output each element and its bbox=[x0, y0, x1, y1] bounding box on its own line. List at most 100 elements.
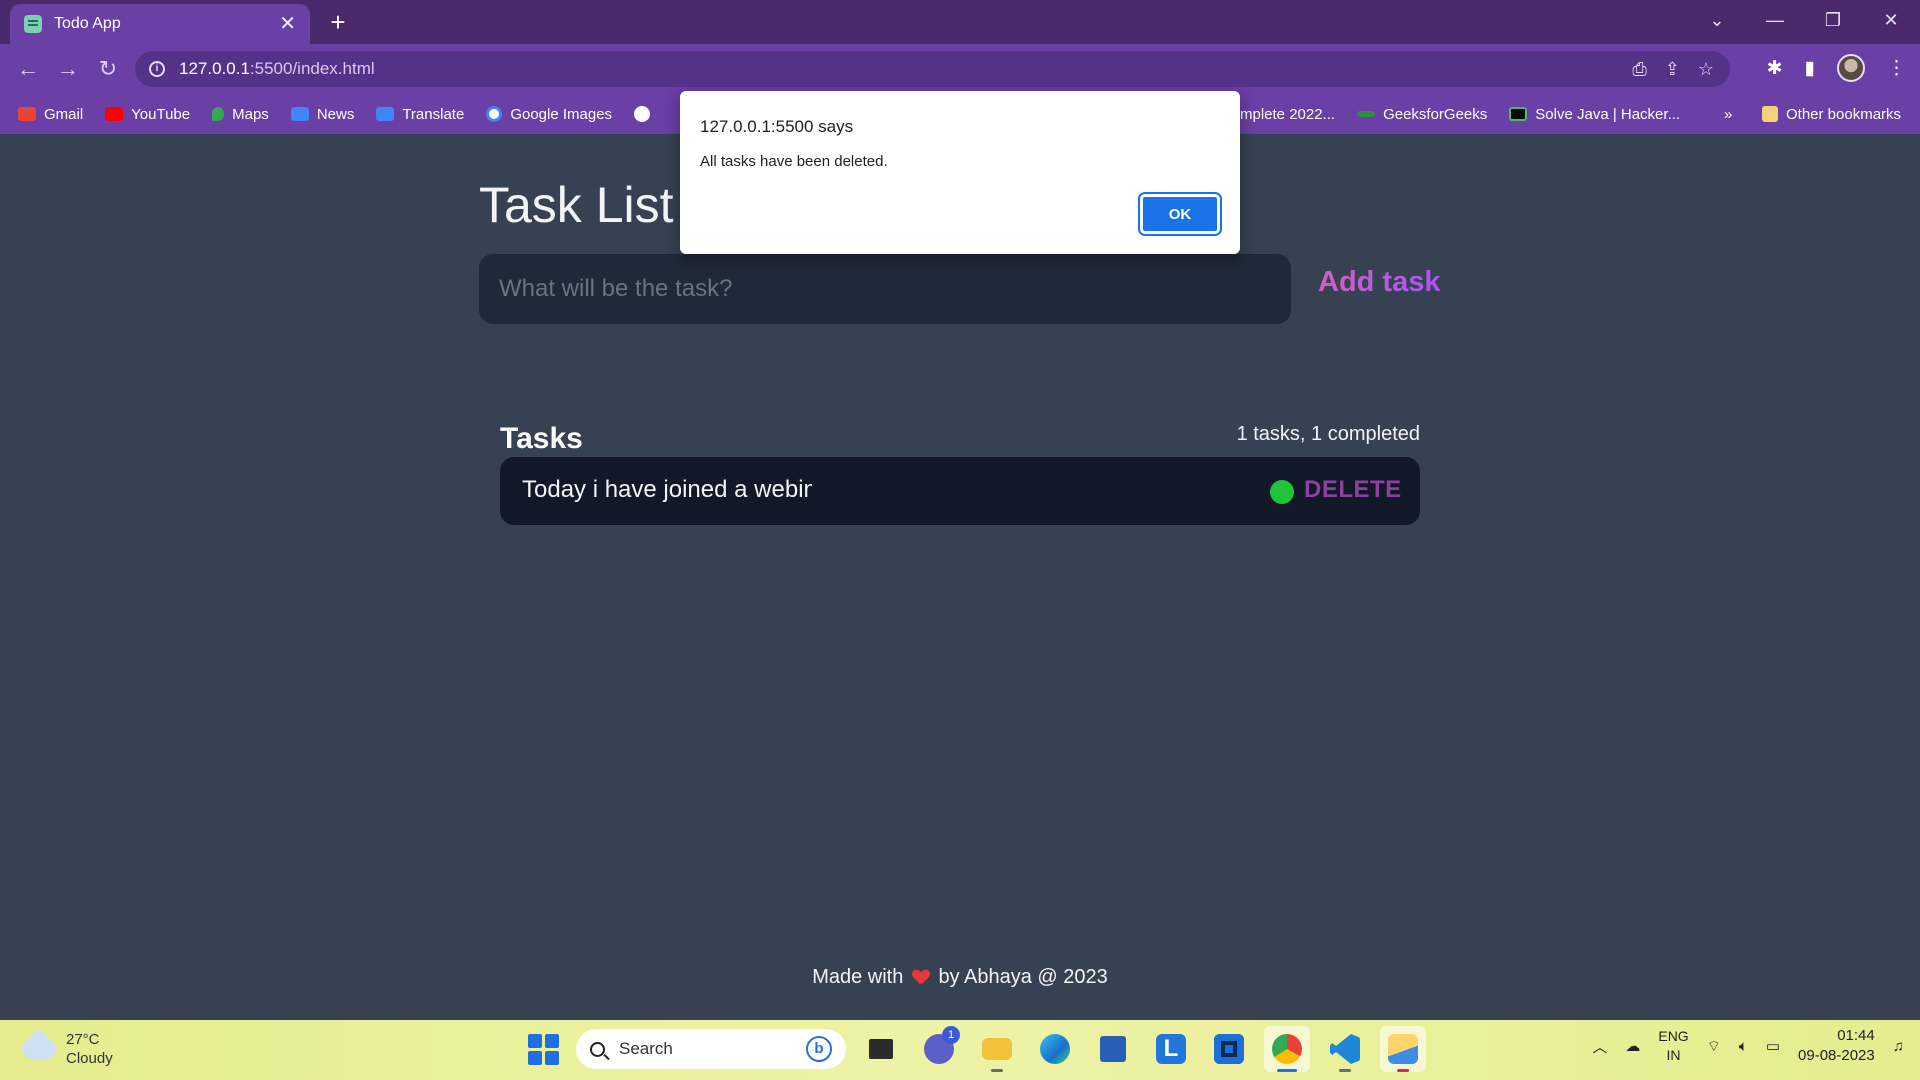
running-indicator bbox=[1397, 1069, 1409, 1072]
bookmark-globe[interactable] bbox=[634, 106, 658, 122]
bookmark-hackerrank[interactable]: Solve Java | Hacker... bbox=[1509, 106, 1680, 123]
bookmark-gmail[interactable]: Gmail bbox=[18, 106, 83, 123]
region-code: IN bbox=[1666, 1047, 1681, 1063]
battery-icon[interactable]: ▭ bbox=[1766, 1037, 1780, 1055]
bookmarks-right-group: mplete 2022... GeeksforGeeks Solve Java … bbox=[1240, 94, 1702, 134]
other-bookmarks-label: Other bookmarks bbox=[1786, 105, 1902, 123]
clock[interactable]: 01:44 09-08-2023 bbox=[1798, 1026, 1875, 1066]
close-window-button[interactable]: ✕ bbox=[1862, 0, 1920, 40]
weather-widget[interactable]: 27°C Cloudy bbox=[22, 1030, 113, 1068]
onedrive-cloud-icon[interactable]: ☁ bbox=[1625, 1037, 1640, 1055]
side-panel-icon[interactable]: ▮ bbox=[1805, 57, 1815, 80]
windows-start-icon[interactable] bbox=[524, 1029, 564, 1069]
tab-title: Todo App bbox=[54, 15, 121, 32]
footer: Made with by Abhaya @ 2023 bbox=[0, 966, 1920, 989]
bookmark-star-icon[interactable]: ☆ bbox=[1698, 59, 1714, 80]
running-indicator bbox=[1339, 1069, 1351, 1072]
task-text[interactable]: Today i have joined a webin bbox=[522, 476, 812, 504]
bookmark-label: Google Images bbox=[510, 105, 613, 123]
browser-tabbar: Todo App ✕ + ⌄ — ❐ ✕ bbox=[0, 0, 1920, 44]
wifi-icon[interactable]: ⌔ bbox=[1707, 1037, 1721, 1056]
paint-app-icon[interactable] bbox=[1380, 1026, 1426, 1072]
bookmark-translate[interactable]: Translate bbox=[376, 106, 464, 123]
bookmarks-overflow[interactable]: » bbox=[1724, 94, 1732, 134]
bookmark-news[interactable]: News bbox=[290, 105, 355, 123]
edge-icon[interactable] bbox=[1032, 1026, 1078, 1072]
cortana-icon[interactable] bbox=[1206, 1026, 1252, 1072]
cloud-icon bbox=[22, 1031, 56, 1059]
toolbar-right: ✱ ▮ ⋮ bbox=[1767, 54, 1906, 82]
paint-glyph bbox=[1388, 1034, 1418, 1064]
microsoft-store-icon[interactable] bbox=[1090, 1026, 1136, 1072]
extensions-icon[interactable]: ✱ bbox=[1767, 57, 1783, 80]
teams-chat-icon[interactable]: 1 bbox=[916, 1026, 962, 1072]
bookmark-google-images[interactable]: Google Images bbox=[486, 106, 612, 123]
profile-avatar-icon[interactable] bbox=[1837, 54, 1865, 82]
chrome-icon[interactable] bbox=[1264, 1026, 1310, 1072]
weather-condition: Cloudy bbox=[66, 1050, 113, 1067]
footer-prefix: Made with bbox=[812, 966, 904, 988]
browser-toolbar: ← → ↻ i 127.0.0.1 :5500/index.html ⎙ ⇪ ☆… bbox=[0, 44, 1920, 94]
time: 01:44 bbox=[1837, 1027, 1875, 1044]
folder-glyph bbox=[982, 1038, 1012, 1060]
tray-overflow-chevron-icon[interactable]: ︿ bbox=[1592, 1036, 1607, 1057]
task-input[interactable] bbox=[479, 254, 1291, 324]
bookmark-geeksforgeeks[interactable]: GeeksforGeeks bbox=[1357, 106, 1487, 123]
delete-task-button[interactable]: DELETE bbox=[1304, 476, 1402, 504]
menu-kebab-icon[interactable]: ⋮ bbox=[1887, 57, 1906, 80]
search-icon bbox=[590, 1041, 605, 1057]
forward-icon[interactable]: → bbox=[54, 55, 82, 83]
page-title: Task List bbox=[479, 177, 674, 233]
tab-close-icon[interactable]: ✕ bbox=[279, 14, 296, 34]
task-view-glyph bbox=[869, 1039, 893, 1059]
geeksforgeeks-icon bbox=[1357, 111, 1376, 117]
active-indicator bbox=[1277, 1069, 1297, 1072]
date: 09-08-2023 bbox=[1798, 1047, 1875, 1064]
l-app-icon[interactable]: L bbox=[1148, 1026, 1194, 1072]
vscode-icon[interactable] bbox=[1322, 1026, 1368, 1072]
tab-todo-app[interactable]: Todo App ✕ bbox=[10, 4, 310, 44]
reload-icon[interactable]: ↻ bbox=[94, 55, 122, 83]
file-explorer-icon[interactable] bbox=[974, 1026, 1020, 1072]
temperature: 27°C bbox=[66, 1031, 100, 1048]
google-icon bbox=[486, 106, 503, 122]
l-app-glyph: L bbox=[1156, 1034, 1186, 1064]
bookmark-maps[interactable]: Maps bbox=[212, 106, 269, 123]
bookmark-label: News bbox=[316, 105, 355, 123]
language-indicator[interactable]: ENG IN bbox=[1658, 1027, 1688, 1065]
hackerrank-icon bbox=[1509, 107, 1528, 121]
window-controls: ⌄ — ❐ ✕ bbox=[1688, 0, 1920, 40]
bookmark-youtube[interactable]: YouTube bbox=[105, 106, 190, 123]
url-path: :5500/index.html bbox=[249, 59, 375, 78]
tab-search-icon[interactable]: ⌄ bbox=[1688, 0, 1746, 40]
alert-dialog: 127.0.0.1:5500 says All tasks have been … bbox=[680, 91, 1240, 254]
task-view-icon[interactable] bbox=[858, 1026, 904, 1072]
volume-icon[interactable]: 🔈︎ bbox=[1739, 1038, 1748, 1055]
install-app-icon[interactable]: ⎙ bbox=[1632, 59, 1646, 80]
bookmark-complete-2022[interactable]: mplete 2022... bbox=[1240, 106, 1335, 123]
site-info-icon[interactable]: i bbox=[149, 61, 165, 77]
bing-icon[interactable]: b bbox=[806, 1036, 832, 1062]
ok-button[interactable]: OK bbox=[1138, 192, 1222, 236]
store-glyph bbox=[1100, 1036, 1126, 1062]
lang-code: ENG bbox=[1658, 1028, 1689, 1044]
other-bookmarks[interactable]: Other bookmarks bbox=[1762, 94, 1901, 134]
new-tab-button[interactable]: + bbox=[322, 6, 354, 38]
add-task-button[interactable]: Add task bbox=[1318, 266, 1440, 299]
overflow-chevron-icon[interactable]: » bbox=[1724, 106, 1732, 123]
task-item: Today i have joined a webin DELETE bbox=[500, 457, 1420, 525]
edge-glyph bbox=[1040, 1034, 1070, 1064]
vscode-glyph bbox=[1330, 1034, 1360, 1064]
address-bar[interactable]: i 127.0.0.1 :5500/index.html ⎙ ⇪ ☆ bbox=[135, 51, 1730, 87]
taskbar-search[interactable]: Search b bbox=[576, 1029, 846, 1069]
footer-suffix: by Abhaya @ 2023 bbox=[938, 966, 1108, 988]
restore-button[interactable]: ❐ bbox=[1804, 0, 1862, 40]
minimize-button[interactable]: — bbox=[1746, 0, 1804, 40]
back-icon[interactable]: ← bbox=[14, 55, 42, 83]
notification-bell-icon[interactable]: ♫ bbox=[1893, 1038, 1904, 1055]
windows-taskbar: 27°C Cloudy Search b 1 L ︿ ☁ ENG IN ⌔ 🔈︎… bbox=[0, 1020, 1920, 1080]
share-icon[interactable]: ⇪ bbox=[1665, 59, 1680, 80]
search-label: Search bbox=[619, 1039, 673, 1058]
completed-check-icon[interactable] bbox=[1270, 480, 1294, 504]
bookmark-label: Maps bbox=[232, 105, 269, 123]
